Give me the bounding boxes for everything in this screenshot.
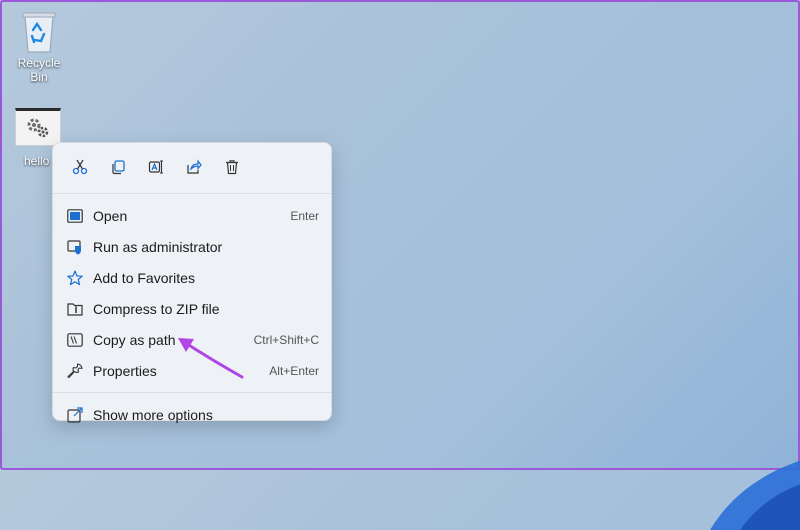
shield-icon	[67, 239, 83, 255]
copy-icon	[112, 160, 125, 175]
open-icon	[67, 208, 83, 224]
external-open-icon	[67, 406, 83, 423]
recycle-bin-image	[19, 8, 59, 54]
wrench-icon	[67, 362, 83, 379]
menu-item-label: Run as administrator	[93, 238, 223, 255]
menu-item-label: Compress to ZIP file	[93, 300, 220, 317]
menu-item-copy-as-path[interactable]: Copy as path Ctrl+Shift+C	[53, 324, 331, 355]
menu-item-compress-zip[interactable]: Compress to ZIP file	[53, 293, 331, 324]
share-button[interactable]	[177, 153, 211, 181]
recycle-bin-icon[interactable]: Recycle Bin	[8, 8, 70, 84]
rename-icon	[148, 160, 163, 174]
star-icon	[67, 269, 83, 286]
copy-path-icon	[67, 332, 83, 348]
hello-file-label: hello	[24, 154, 50, 168]
menu-divider	[53, 193, 331, 194]
menu-item-show-more-options[interactable]: Show more options	[53, 399, 331, 430]
menu-item-label: Copy as path	[93, 331, 176, 348]
menu-item-run-as-admin[interactable]: Run as administrator	[53, 231, 331, 262]
menu-item-add-to-favorites[interactable]: Add to Favorites	[53, 262, 331, 293]
recycle-bin-label: Recycle Bin	[17, 56, 61, 84]
menu-item-shortcut: Enter	[290, 208, 319, 223]
menu-item-shortcut: Alt+Enter	[269, 363, 319, 378]
wallpaper-swoosh	[710, 460, 800, 530]
zip-folder-icon	[67, 301, 83, 317]
menu-item-label: Show more options	[93, 406, 213, 423]
menu-item-label: Add to Favorites	[93, 269, 195, 286]
gear-file-thumbnail	[15, 108, 61, 146]
menu-divider	[53, 392, 331, 393]
cut-button[interactable]	[63, 153, 97, 181]
cut-icon	[72, 159, 88, 175]
delete-button[interactable]	[215, 153, 249, 181]
copy-button[interactable]	[101, 153, 135, 181]
delete-icon	[226, 160, 238, 175]
share-icon	[187, 159, 202, 174]
context-menu-toolbar	[53, 143, 331, 187]
rename-button[interactable]	[139, 153, 173, 181]
menu-item-label: Properties	[93, 362, 157, 379]
menu-item-shortcut: Ctrl+Shift+C	[253, 332, 319, 347]
menu-item-label: Open	[93, 207, 128, 224]
menu-item-properties[interactable]: Properties Alt+Enter	[53, 355, 331, 386]
menu-item-open[interactable]: Open Enter	[53, 200, 331, 231]
context-menu: Open Enter Run as administrator Add to F…	[52, 142, 332, 423]
